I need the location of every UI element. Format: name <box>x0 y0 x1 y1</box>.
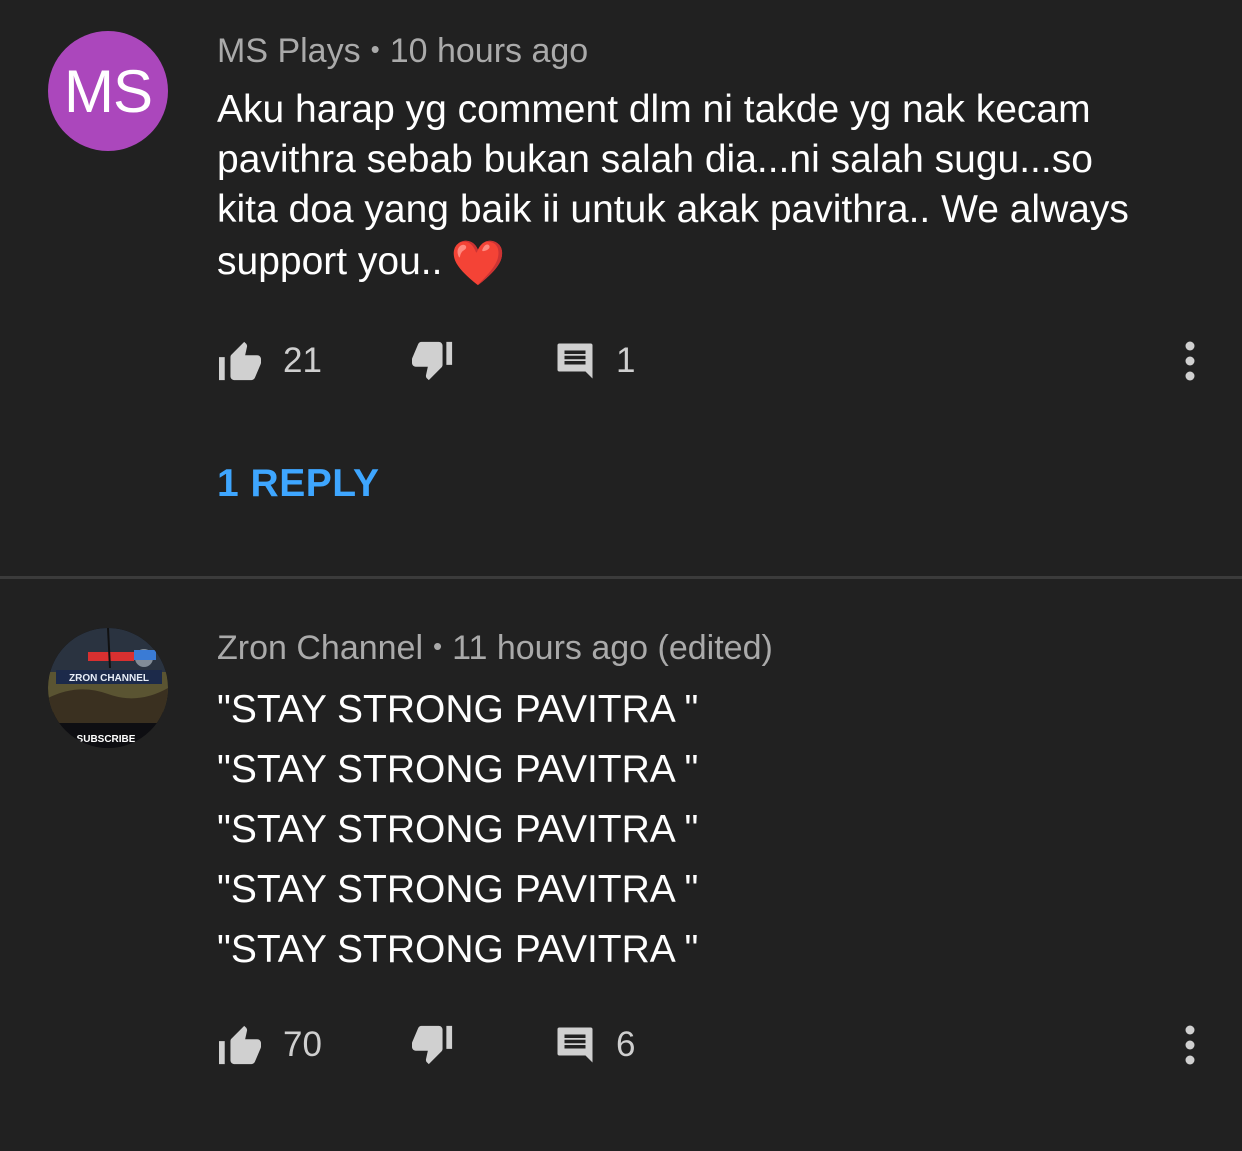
comment-actions: 70 6 <box>217 1017 1217 1073</box>
comment-line: "STAY STRONG PAVITRA " <box>217 688 699 731</box>
dislike-button[interactable] <box>410 1017 456 1073</box>
thumb-down-icon <box>412 1025 453 1065</box>
comment-text: "STAY STRONG PAVITRA " "STAY STRONG PAVI… <box>217 680 1217 980</box>
comment-line: Aku harap yg comment dlm ni takde yg nak… <box>217 88 1091 131</box>
like-count: 21 <box>283 341 322 380</box>
more-vert-icon <box>1185 341 1195 381</box>
avatar[interactable]: MS <box>48 31 168 151</box>
comment-line: pavithra sebab bukan salah dia...ni sala… <box>217 138 1093 181</box>
comment-line: "STAY STRONG PAVITRA " <box>217 868 699 911</box>
comment-line: "STAY STRONG PAVITRA " <box>217 928 699 971</box>
comment-header: Zron Channel • 11 hours ago (edited) <box>217 629 773 667</box>
comment-line: "STAY STRONG PAVITRA " <box>217 808 699 851</box>
avatar-text: SUBSCRIBE <box>77 734 136 745</box>
comment-actions: 21 1 <box>217 333 1217 389</box>
dislike-button[interactable] <box>410 333 456 389</box>
avatar-initials: MS <box>64 57 153 125</box>
comment-text: Aku harap yg comment dlm ni takde yg nak… <box>217 85 1217 288</box>
comment-line-text: support you.. <box>217 240 443 283</box>
comment-line: "STAY STRONG PAVITRA " <box>217 748 699 791</box>
reply-button[interactable]: 6 <box>554 1017 635 1073</box>
like-button[interactable]: 21 <box>217 333 322 389</box>
comment-item: ZRON CHANNEL SUBSCRIBE Zron Channel • 11 h… <box>0 580 1242 1151</box>
avatar[interactable]: ZRON CHANNEL SUBSCRIBE <box>48 628 168 748</box>
like-button[interactable]: 70 <box>217 1017 322 1073</box>
reply-button[interactable]: 1 <box>554 333 635 389</box>
more-options-button[interactable] <box>1170 333 1210 389</box>
reply-count: 6 <box>616 1025 636 1064</box>
comment-time: 11 hours ago (edited) <box>452 629 773 667</box>
avatar-text: ZRON CHANNEL <box>69 673 149 684</box>
thumb-down-icon <box>412 341 453 381</box>
more-options-button[interactable] <box>1170 1017 1210 1073</box>
thumb-up-icon <box>219 1025 261 1065</box>
view-replies-link[interactable]: 1 REPLY <box>217 462 379 506</box>
author-name[interactable]: Zron Channel <box>217 629 423 667</box>
thumb-up-icon <box>219 341 261 381</box>
heart-emoji: ❤️ <box>450 239 506 288</box>
comment-header: MS Plays • 10 hours ago <box>217 32 589 70</box>
comment-time: 10 hours ago <box>389 32 589 70</box>
comment-item: MS MS Plays • 10 hours ago Aku harap yg co… <box>0 0 1242 577</box>
more-vert-icon <box>1185 1025 1195 1065</box>
like-count: 70 <box>283 1025 322 1064</box>
comment-icon <box>557 1027 593 1063</box>
channel-thumbnail-image: ZRON CHANNEL SUBSCRIBE <box>48 628 168 748</box>
reply-count: 1 <box>616 341 636 380</box>
comment-line: kita doa yang baik ii untuk akak pavithr… <box>217 188 1129 231</box>
comment-divider <box>0 576 1242 579</box>
author-name[interactable]: MS Plays <box>217 32 361 70</box>
comment-line: support you.. ❤️ <box>217 235 1217 288</box>
comment-icon <box>557 343 593 379</box>
